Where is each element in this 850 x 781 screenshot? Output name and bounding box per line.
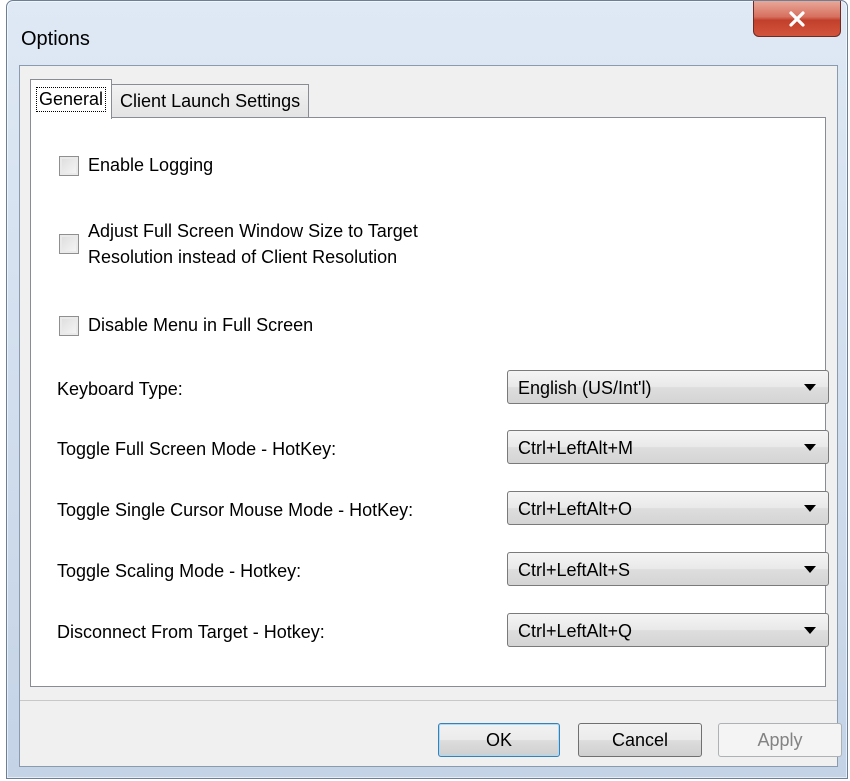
tab-strip: General Client Launch Settings [30,76,310,119]
adjust-full-screen-size-label-line2: Resolution instead of Client Resolution [88,247,398,267]
adjust-full-screen-size-label-line1: Adjust Full Screen Window Size to Target [88,221,418,241]
tab-general-label: General [35,87,107,112]
enable-logging-checkbox[interactable] [59,156,79,176]
close-button[interactable] [753,1,841,37]
disconnect-hotkey-label: Disconnect From Target - Hotkey: [57,622,325,642]
disconnect-hotkey-value: Ctrl+LeftAlt+Q [518,621,633,641]
keyboard-type-value: English (US/Int'l) [518,378,652,398]
scaling-hotkey-label: Toggle Scaling Mode - Hotkey: [57,561,302,581]
scaling-hotkey-value: Ctrl+LeftAlt+S [518,560,631,580]
chevron-down-icon [804,505,816,512]
apply-button[interactable]: Apply [718,723,842,757]
window-title: Options [21,28,90,50]
options-dialog: Options General Client Launch Settings E… [6,0,848,779]
single-cursor-hotkey-value: Ctrl+LeftAlt+O [518,499,633,519]
chevron-down-icon [804,384,816,391]
full-screen-hotkey-value: Ctrl+LeftAlt+M [518,438,634,458]
full-screen-hotkey-label: Toggle Full Screen Mode - HotKey: [57,439,337,459]
cancel-button[interactable]: Cancel [578,723,702,757]
tab-client-launch-settings[interactable]: Client Launch Settings [111,84,310,118]
scaling-hotkey-dropdown[interactable]: Ctrl+LeftAlt+S [507,552,829,586]
footer-divider [20,700,837,701]
chevron-down-icon [804,627,816,634]
keyboard-type-dropdown[interactable]: English (US/Int'l) [507,370,829,404]
ok-button[interactable]: OK [438,723,560,757]
enable-logging-label: Enable Logging [88,155,214,175]
tab-general[interactable]: General [30,79,113,119]
full-screen-hotkey-dropdown[interactable]: Ctrl+LeftAlt+M [507,430,829,464]
tab-client-launch-settings-label: Client Launch Settings [120,91,301,111]
adjust-full-screen-size-checkbox[interactable] [59,234,79,254]
keyboard-type-label: Keyboard Type: [57,379,183,399]
disconnect-hotkey-dropdown[interactable]: Ctrl+LeftAlt+Q [507,613,829,647]
single-cursor-hotkey-label: Toggle Single Cursor Mouse Mode - HotKey… [57,500,414,520]
chevron-down-icon [804,566,816,573]
chevron-down-icon [804,444,816,451]
single-cursor-hotkey-dropdown[interactable]: Ctrl+LeftAlt+O [507,491,829,525]
disable-menu-checkbox[interactable] [59,316,79,336]
general-tab-panel: Enable Logging Adjust Full Screen Window… [30,117,829,687]
dialog-client-area: General Client Launch Settings Enable Lo… [19,65,842,767]
title-bar[interactable]: Options [7,1,847,50]
close-icon [788,10,806,27]
disable-menu-label: Disable Menu in Full Screen [88,315,314,335]
